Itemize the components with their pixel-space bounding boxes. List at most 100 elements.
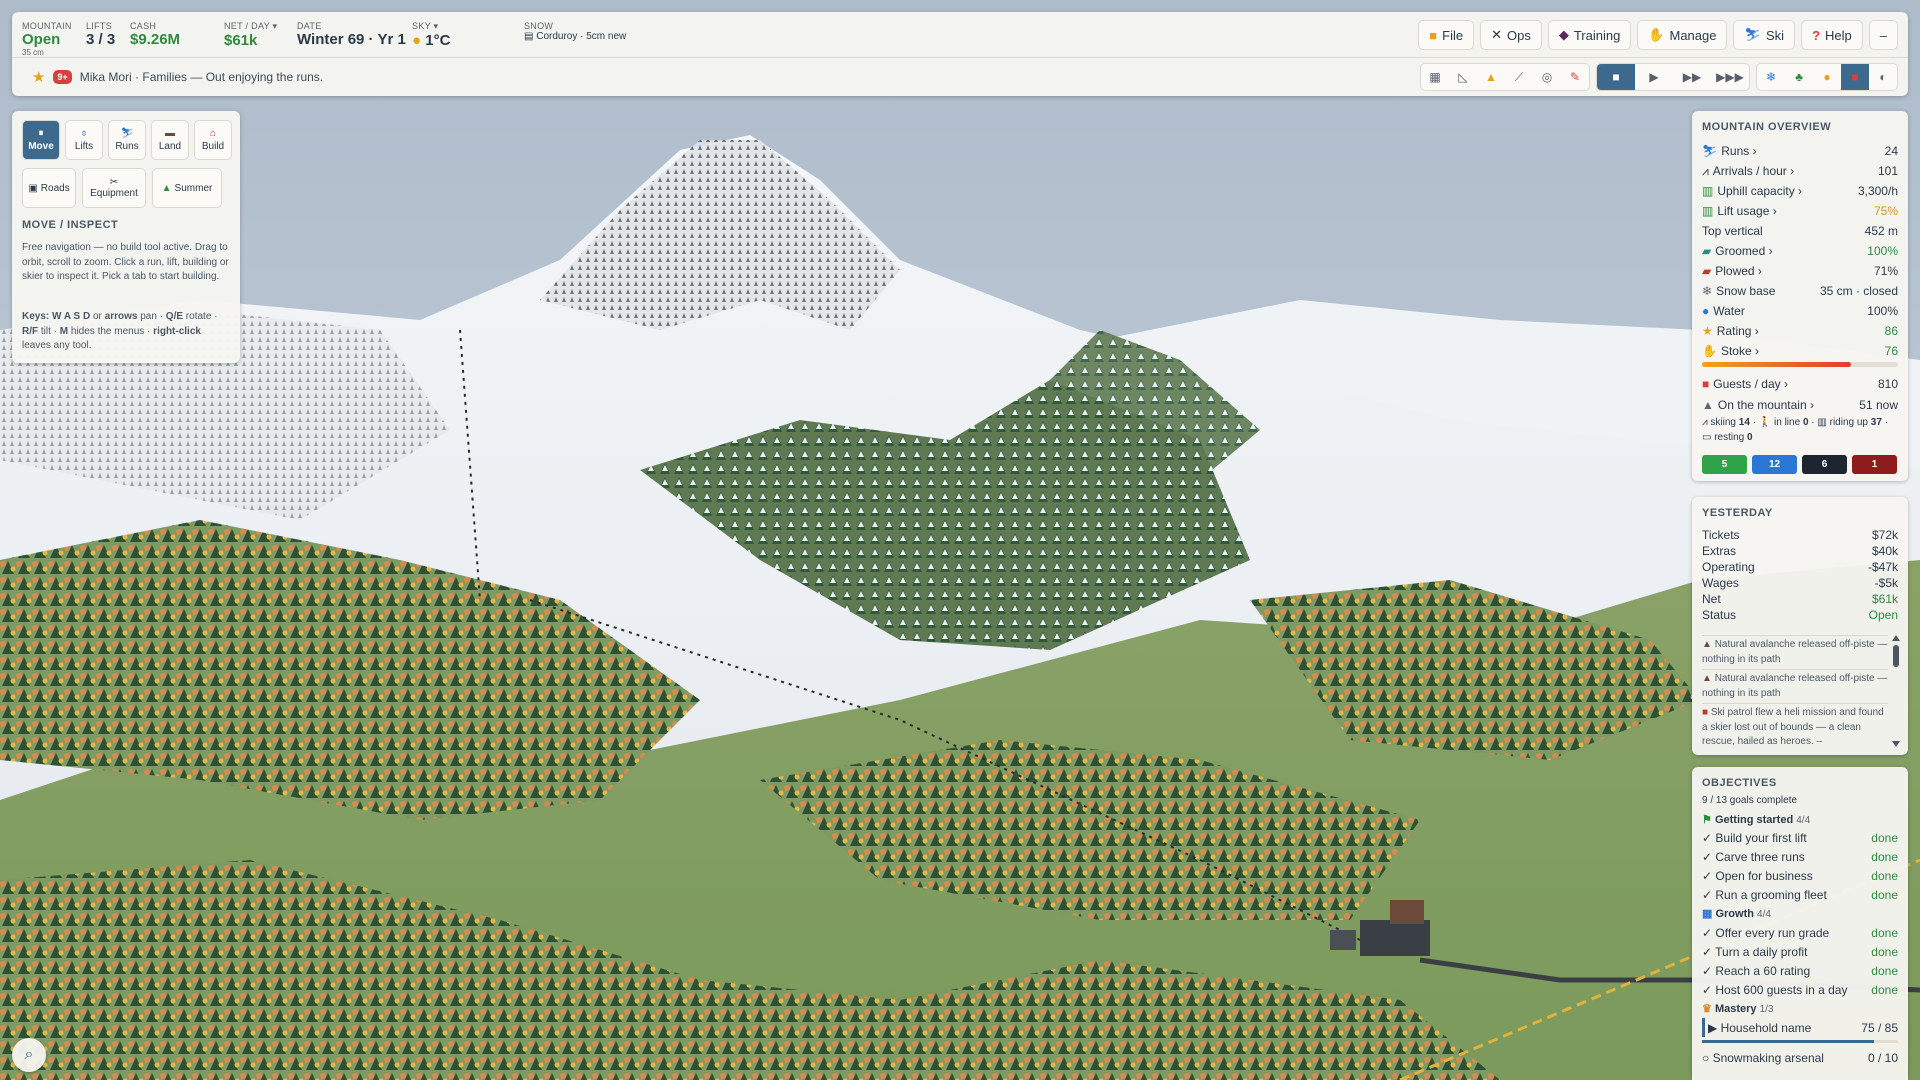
fastest-forward-icon[interactable]: ▶▶▶ <box>1711 64 1749 90</box>
news-row: ★ 9+ Mika Mori · Families — Out enjoying… <box>12 58 1908 96</box>
tree-icon[interactable]: ♣ <box>1785 64 1813 90</box>
ski-path-icon[interactable]: ⟋ <box>1505 64 1533 90</box>
mountain-scene[interactable] <box>0 0 1920 1080</box>
warning-icon[interactable]: ▲ <box>1477 64 1505 90</box>
net-status[interactable]: Net / Day ▾ $61k <box>224 21 277 49</box>
manage-menu[interactable]: ✋ Manage <box>1637 20 1728 50</box>
sky-value: 1°C <box>425 32 451 49</box>
snowflake-icon[interactable]: ❄ <box>1757 64 1785 90</box>
arrivals-row[interactable]: ⩘ Arrivals / hour › 101 <box>1702 162 1898 180</box>
gondola-icon: ▥ <box>1817 417 1827 428</box>
runs-row[interactable]: ⛷ Runs › 24 <box>1702 142 1898 160</box>
slope-icon[interactable]: ◺ <box>1449 64 1477 90</box>
date-status: Date Winter 69 · Yr 1 <box>297 21 406 48</box>
tab-build[interactable]: ⌂ Build <box>194 120 232 160</box>
play-icon[interactable]: ▶ <box>1635 64 1673 90</box>
stoke-row[interactable]: ✋ Stoke › 76 <box>1702 342 1898 360</box>
keyboard-help: Keys: W A S D or arrows pan · Q/E rotate… <box>22 311 218 351</box>
blue-runs-count[interactable]: 12 <box>1752 455 1797 474</box>
net-row: Net $61k <box>1702 592 1898 606</box>
ops-menu[interactable]: ✕ Ops <box>1480 20 1542 50</box>
wages-row: Wages -$5k <box>1702 576 1898 590</box>
tab-summer[interactable]: ▲ Summer <box>152 168 222 208</box>
run-grade-counts: 5 12 6 1 <box>1702 455 1897 474</box>
search-icon: ⌕ <box>24 1046 34 1063</box>
objective-item[interactable]: ○ Snowmaking arsenal 0 / 10 <box>1702 1048 1898 1067</box>
patrol-icon: ■ <box>1702 707 1709 718</box>
tab-roads[interactable]: ▣ Roads <box>22 168 76 208</box>
season-tools: ❄ ♣ ● ■ ◐ <box>1756 63 1898 91</box>
main-menu: ■ File ✕ Ops ◆ Training ✋ Manage ⛷ Ski ? Help … <box>1418 20 1898 50</box>
toolbar: ▦ ◺ ▲ ⟋ ◎ ✎ ■ ▶ ▶▶ ▶▶▶ ❄ ♣ ● ■ ◐ <box>1420 63 1898 91</box>
sun-toggle-icon[interactable]: ● <box>1813 64 1841 90</box>
search-button[interactable]: ⌕ <box>12 1038 46 1072</box>
skier-icon: ⛷ <box>1702 144 1718 158</box>
objective-item[interactable]: ✓ Reach a 60 rating done <box>1702 961 1898 980</box>
lift-usage-row[interactable]: ▥ Lift usage › 75% <box>1702 202 1898 220</box>
objective-item[interactable]: ✓ Offer every run grade done <box>1702 923 1898 942</box>
help-menu[interactable]: ? Help <box>1801 20 1863 50</box>
summer-icon: ▲ <box>161 182 172 194</box>
rating-row[interactable]: ★ Rating › 86 <box>1702 322 1898 340</box>
group-getting-started: ⚑ Getting started 4/4 <box>1702 814 1811 826</box>
hand-icon: ✋ <box>1702 344 1717 358</box>
plowed-row[interactable]: ▰ Plowed › 71% <box>1702 262 1898 280</box>
cap-icon: ◆ <box>1558 27 1569 42</box>
fast-forward-icon[interactable]: ▶▶ <box>1673 64 1711 90</box>
news-ticker[interactable]: ★ 9+ Mika Mori · Families — Out enjoying… <box>32 68 323 86</box>
lifts-value: 3 / 3 <box>86 31 116 48</box>
cash-status: Cash $9.26M <box>130 21 180 48</box>
ticket-icon: ■ <box>1702 377 1710 391</box>
speed-controls: ■ ▶ ▶▶ ▶▶▶ <box>1596 63 1750 91</box>
marker-icon[interactable]: ✎ <box>1561 64 1589 90</box>
tab-lifts[interactable]: ⌽ Lifts <box>65 120 103 160</box>
overview-title: MOUNTAIN OVERVIEW <box>1702 121 1832 133</box>
chart-icon[interactable]: ▦ <box>1421 64 1449 90</box>
night-icon[interactable]: ■ <box>1841 64 1869 90</box>
pause-icon[interactable]: ■ <box>1597 64 1635 90</box>
guests-row[interactable]: ■ Guests / day › 810 <box>1702 375 1898 393</box>
target-icon[interactable]: ◎ <box>1533 64 1561 90</box>
event-log[interactable]: ▲ Natural avalanche released off-piste —… <box>1702 635 1888 749</box>
double-black-runs-count[interactable]: 1 <box>1852 455 1897 474</box>
tab-move[interactable]: ⏸ Move <box>22 120 60 160</box>
training-menu[interactable]: ◆ Training <box>1547 20 1632 50</box>
tab-equipment[interactable]: ✂ Equipment <box>82 168 146 208</box>
objective-item-active[interactable]: ▶ Household name 75 / 85 <box>1702 1018 1898 1037</box>
tab-land[interactable]: ▬ Land <box>151 120 189 160</box>
log-entry: ■ Ski patrol flew a heli mission and fou… <box>1702 703 1888 749</box>
objectives-title: OBJECTIVES <box>1702 777 1777 789</box>
date-value: Winter 69 · Yr 1 <box>297 31 406 48</box>
wrench-icon: ✂ <box>109 177 119 188</box>
objective-item[interactable]: ✓ Build your first lift done <box>1702 828 1898 847</box>
log-scrollbar[interactable] <box>1892 635 1900 747</box>
green-runs-count[interactable]: 5 <box>1702 455 1747 474</box>
objective-item[interactable]: ✓ Carve three runs done <box>1702 847 1898 866</box>
ski-menu[interactable]: ⛷ Ski <box>1733 20 1796 50</box>
objective-item[interactable]: ✓ Open for business done <box>1702 866 1898 885</box>
help-label: Help <box>1825 27 1852 43</box>
top-bar: Mountain Open 35 cm Lifts 3 / 3 Cash $9.… <box>12 12 1908 96</box>
objective-item[interactable]: ✓ Run a grooming fleet done <box>1702 885 1898 904</box>
yesterday-title: YESTERDAY <box>1702 507 1773 519</box>
extras-row: Extras $40k <box>1702 544 1898 558</box>
contrast-icon[interactable]: ◐ <box>1869 64 1897 90</box>
panel-description: Free navigation — no build tool active. … <box>22 242 229 282</box>
objectives-panel: OBJECTIVES 9 / 13 goals complete ⚑ Getti… <box>1692 767 1908 1080</box>
sky-label: Sky ▾ <box>412 21 439 31</box>
net-value: $61k <box>224 32 258 49</box>
mountain-status[interactable]: Mountain Open 35 cm <box>22 21 72 57</box>
uphill-capacity-row[interactable]: ▥ Uphill capacity › 3,300/h <box>1702 182 1898 200</box>
water-row: ● Water 100% <box>1702 304 1898 318</box>
objective-item[interactable]: ✓ Host 600 guests in a day done <box>1702 980 1898 999</box>
chart-icon: ▦ <box>1702 908 1713 920</box>
collapse-button[interactable]: – <box>1868 20 1898 50</box>
black-runs-count[interactable]: 6 <box>1802 455 1847 474</box>
on-mountain-row[interactable]: ▲ On the mountain › 51 now <box>1702 396 1898 414</box>
sky-status[interactable]: Sky ▾ ● 1°C <box>412 21 450 49</box>
file-menu[interactable]: ■ File <box>1418 20 1475 50</box>
skier-run-icon: ⛷ <box>120 128 134 139</box>
groomed-row[interactable]: ▰ Groomed › 100% <box>1702 242 1898 260</box>
tab-runs[interactable]: ⛷ Runs <box>108 120 146 160</box>
objective-item[interactable]: ✓ Turn a daily profit done <box>1702 942 1898 961</box>
